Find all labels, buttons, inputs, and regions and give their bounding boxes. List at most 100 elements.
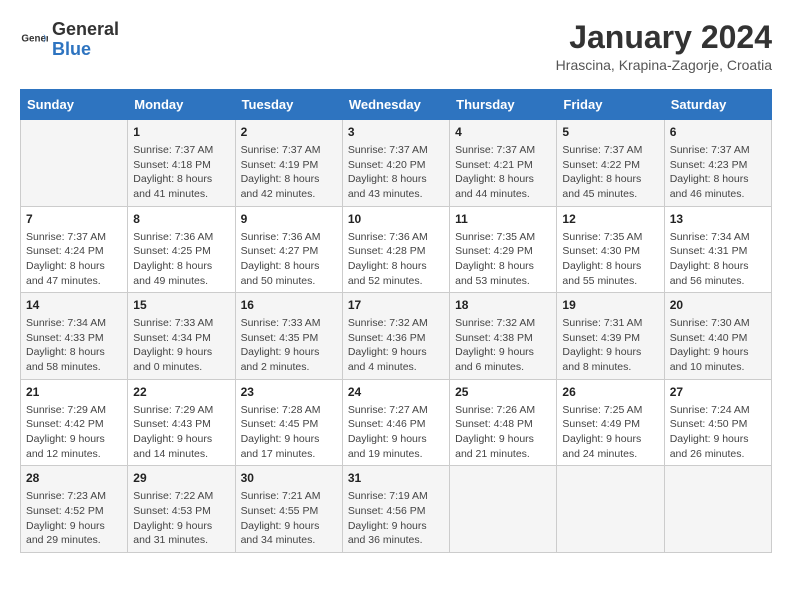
sunset-text: Sunset: 4:18 PM [133,158,229,173]
calendar-cell: 18Sunrise: 7:32 AMSunset: 4:38 PMDayligh… [450,293,557,380]
sunset-text: Sunset: 4:21 PM [455,158,551,173]
day-number: 12 [562,211,658,228]
sunrise-text: Sunrise: 7:36 AM [241,230,337,245]
sunrise-text: Sunrise: 7:36 AM [133,230,229,245]
weekday-header-friday: Friday [557,90,664,120]
sunrise-text: Sunrise: 7:32 AM [455,316,551,331]
day-number: 26 [562,384,658,401]
day-number: 10 [348,211,444,228]
day-number: 25 [455,384,551,401]
day-number: 30 [241,470,337,487]
calendar-table: SundayMondayTuesdayWednesdayThursdayFrid… [20,89,772,553]
daylight-text: Daylight: 8 hours and 41 minutes. [133,172,229,201]
sunrise-text: Sunrise: 7:29 AM [26,403,122,418]
calendar-cell: 22Sunrise: 7:29 AMSunset: 4:43 PMDayligh… [128,379,235,466]
sunrise-text: Sunrise: 7:34 AM [670,230,766,245]
calendar-cell: 23Sunrise: 7:28 AMSunset: 4:45 PMDayligh… [235,379,342,466]
calendar-cell: 24Sunrise: 7:27 AMSunset: 4:46 PMDayligh… [342,379,449,466]
logo: General General Blue [20,20,119,60]
sunrise-text: Sunrise: 7:28 AM [241,403,337,418]
calendar-cell: 10Sunrise: 7:36 AMSunset: 4:28 PMDayligh… [342,206,449,293]
calendar-week-row: 7Sunrise: 7:37 AMSunset: 4:24 PMDaylight… [21,206,772,293]
day-number: 8 [133,211,229,228]
sunrise-text: Sunrise: 7:25 AM [562,403,658,418]
sunrise-text: Sunrise: 7:24 AM [670,403,766,418]
calendar-cell: 9Sunrise: 7:36 AMSunset: 4:27 PMDaylight… [235,206,342,293]
sunrise-text: Sunrise: 7:37 AM [348,143,444,158]
daylight-text: Daylight: 9 hours and 12 minutes. [26,432,122,461]
daylight-text: Daylight: 8 hours and 45 minutes. [562,172,658,201]
sunset-text: Sunset: 4:50 PM [670,417,766,432]
sunrise-text: Sunrise: 7:37 AM [562,143,658,158]
calendar-week-row: 14Sunrise: 7:34 AMSunset: 4:33 PMDayligh… [21,293,772,380]
calendar-cell: 8Sunrise: 7:36 AMSunset: 4:25 PMDaylight… [128,206,235,293]
sunrise-text: Sunrise: 7:29 AM [133,403,229,418]
day-number: 22 [133,384,229,401]
calendar-body: 1Sunrise: 7:37 AMSunset: 4:18 PMDaylight… [21,120,772,553]
day-number: 28 [26,470,122,487]
day-number: 19 [562,297,658,314]
sunset-text: Sunset: 4:36 PM [348,331,444,346]
calendar-cell: 1Sunrise: 7:37 AMSunset: 4:18 PMDaylight… [128,120,235,207]
day-number: 1 [133,124,229,141]
day-number: 18 [455,297,551,314]
calendar-cell: 21 Sunrise: 7:29 AMSunset: 4:42 PMDayligh… [21,379,128,466]
calendar-cell: 29Sunrise: 7:22 AMSunset: 4:53 PMDayligh… [128,466,235,553]
sunrise-text: Sunrise: 7:30 AM [670,316,766,331]
daylight-text: Daylight: 9 hours and 24 minutes. [562,432,658,461]
calendar-cell: 20Sunrise: 7:30 AMSunset: 4:40 PMDayligh… [664,293,771,380]
sunset-text: Sunset: 4:48 PM [455,417,551,432]
day-number: 14 [26,297,122,314]
sunset-text: Sunset: 4:49 PM [562,417,658,432]
daylight-text: Daylight: 8 hours and 52 minutes. [348,259,444,288]
weekday-header-monday: Monday [128,90,235,120]
calendar-cell: 19Sunrise: 7:31 AMSunset: 4:39 PMDayligh… [557,293,664,380]
calendar-week-row: 1Sunrise: 7:37 AMSunset: 4:18 PMDaylight… [21,120,772,207]
sunset-text: Sunset: 4:30 PM [562,244,658,259]
sunrise-text: Sunrise: 7:37 AM [455,143,551,158]
daylight-text: Daylight: 8 hours and 56 minutes. [670,259,766,288]
sunset-text: Sunset: 4:42 PM [26,417,122,432]
day-number: 16 [241,297,337,314]
daylight-text: Daylight: 9 hours and 21 minutes. [455,432,551,461]
calendar-cell: 14Sunrise: 7:34 AMSunset: 4:33 PMDayligh… [21,293,128,380]
calendar-cell: 26 Sunrise: 7:25 AMSunset: 4:49 PMDayligh… [557,379,664,466]
daylight-text: Daylight: 8 hours and 42 minutes. [241,172,337,201]
calendar-cell: 30Sunrise: 7:21 AMSunset: 4:55 PMDayligh… [235,466,342,553]
daylight-text: Daylight: 9 hours and 34 minutes. [241,519,337,548]
calendar-cell: 15Sunrise: 7:33 AMSunset: 4:34 PMDayligh… [128,293,235,380]
calendar-cell [450,466,557,553]
sunrise-text: Sunrise: 7:34 AM [26,316,122,331]
title-block: January 2024 Hrascina, Krapina-Zagorje, … [556,20,772,73]
weekday-header-saturday: Saturday [664,90,771,120]
daylight-text: Daylight: 8 hours and 50 minutes. [241,259,337,288]
sunset-text: Sunset: 4:28 PM [348,244,444,259]
day-number: 29 [133,470,229,487]
sunset-text: Sunset: 4:52 PM [26,504,122,519]
daylight-text: Daylight: 8 hours and 53 minutes. [455,259,551,288]
sunset-text: Sunset: 4:39 PM [562,331,658,346]
page-header: General General Blue January 2024 Hrasci… [20,20,772,73]
sunrise-text: Sunrise: 7:33 AM [241,316,337,331]
daylight-text: Daylight: 9 hours and 26 minutes. [670,432,766,461]
daylight-text: Daylight: 8 hours and 43 minutes. [348,172,444,201]
weekday-header-wednesday: Wednesday [342,90,449,120]
sunrise-text: Sunrise: 7:19 AM [348,489,444,504]
sunset-text: Sunset: 4:43 PM [133,417,229,432]
daylight-text: Daylight: 9 hours and 19 minutes. [348,432,444,461]
day-number: 3 [348,124,444,141]
day-number: 21 [26,384,122,401]
calendar-cell: 27 Sunrise: 7:24 AMSunset: 4:50 PMDayligh… [664,379,771,466]
sunset-text: Sunset: 4:23 PM [670,158,766,173]
daylight-text: Daylight: 9 hours and 2 minutes. [241,345,337,374]
calendar-cell: 3Sunrise: 7:37 AMSunset: 4:20 PMDaylight… [342,120,449,207]
sunset-text: Sunset: 4:34 PM [133,331,229,346]
sunset-text: Sunset: 4:25 PM [133,244,229,259]
calendar-cell: 31Sunrise: 7:19 AMSunset: 4:56 PMDayligh… [342,466,449,553]
calendar-cell: 28Sunrise: 7:23 AMSunset: 4:52 PMDayligh… [21,466,128,553]
daylight-text: Daylight: 8 hours and 47 minutes. [26,259,122,288]
calendar-cell [664,466,771,553]
sunset-text: Sunset: 4:40 PM [670,331,766,346]
day-number: 27 [670,384,766,401]
daylight-text: Daylight: 9 hours and 10 minutes. [670,345,766,374]
